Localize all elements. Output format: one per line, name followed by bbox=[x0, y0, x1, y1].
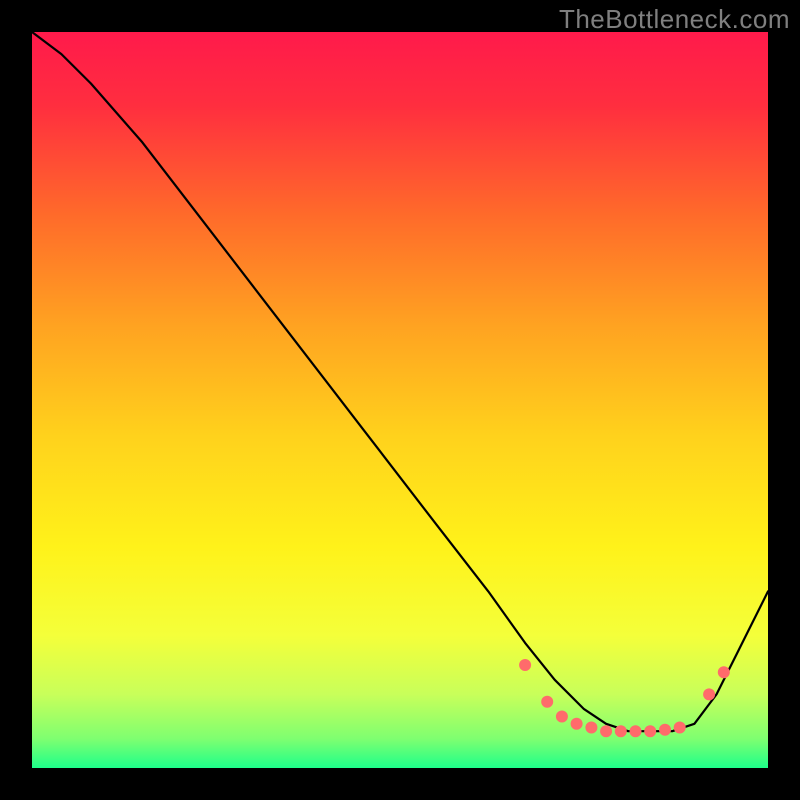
curve-marker bbox=[541, 696, 553, 708]
curve-marker bbox=[571, 718, 583, 730]
curve-marker bbox=[644, 725, 656, 737]
curve-marker bbox=[703, 688, 715, 700]
curve-marker bbox=[556, 711, 568, 723]
curve-marker bbox=[615, 725, 627, 737]
curve-marker bbox=[600, 725, 612, 737]
curve-marker bbox=[674, 722, 686, 734]
chart-frame: TheBottleneck.com bbox=[0, 0, 800, 800]
watermark-label: TheBottleneck.com bbox=[559, 4, 790, 35]
curve-marker bbox=[630, 725, 642, 737]
curve-marker bbox=[519, 659, 531, 671]
curve-marker bbox=[718, 666, 730, 678]
curve-marker bbox=[585, 722, 597, 734]
bottleneck-chart bbox=[0, 0, 800, 800]
curve-marker bbox=[659, 724, 671, 736]
